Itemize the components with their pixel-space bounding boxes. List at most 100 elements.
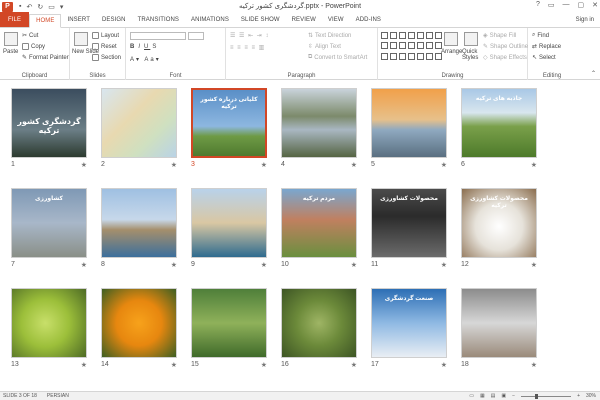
transition-star-icon[interactable]: ★ [441,161,447,169]
select-arrow-icon: ↖ [532,55,538,61]
cut-button[interactable]: ✂ Cut [22,32,38,40]
transition-star-icon[interactable]: ★ [261,361,267,369]
tab-home[interactable]: HOME [29,14,62,28]
transition-star-icon[interactable]: ★ [351,161,357,169]
transition-star-icon[interactable]: ★ [351,361,357,369]
tab-insert[interactable]: INSERT [61,13,96,27]
section-button[interactable]: Section [92,54,121,61]
transition-star-icon[interactable]: ★ [261,261,267,269]
shape-effects-button[interactable]: ◇ Shape Effects [483,54,527,62]
slide-thumbnail[interactable]: محصولات کشاورزی 11 ★ [371,188,447,269]
sign-in-link[interactable]: Sign in [576,17,594,23]
customize-qat-icon[interactable]: ▾ [60,3,64,11]
align-text-button[interactable]: ⇳ Align Text [308,43,341,51]
slide-thumbnail[interactable]: 4 ★ [281,88,357,169]
list-buttons[interactable]: ☰ ☰ ⇤ ⇥ ↕ [230,32,269,39]
slide-preview-image [11,288,87,358]
undo-icon[interactable]: ↶ [26,3,32,11]
transition-star-icon[interactable]: ★ [261,161,267,169]
slide-thumbnail[interactable]: گردشگری کشور ترکیه 1 ★ [11,88,87,169]
collapse-ribbon-icon[interactable]: ⌃ [591,70,596,77]
slide-thumbnail[interactable]: محصولات کشاورزی ترکیه 12 ★ [461,188,537,269]
font-group-label: Font [169,73,182,79]
zoom-out-icon[interactable]: − [512,393,515,399]
shape-fill-label: Shape Fill [489,32,517,39]
quick-styles-button[interactable]: Quick Styles [462,49,482,61]
tab-view[interactable]: VIEW [322,13,350,27]
maximize-icon[interactable]: ▢ [578,1,585,9]
arrange-button[interactable]: Arrange [441,49,462,55]
start-slideshow-icon[interactable]: ▭ [48,3,55,11]
slide-thumbnail[interactable]: 5 ★ [371,88,447,169]
transition-star-icon[interactable]: ★ [171,161,177,169]
transition-star-icon[interactable]: ★ [81,261,87,269]
reset-button[interactable]: Reset [92,43,117,50]
slide-thumbnail[interactable]: صنعت گردشگری 17 ★ [371,288,447,369]
transition-star-icon[interactable]: ★ [351,261,357,269]
align-text-icon: ⇳ [308,44,314,50]
slide-thumbnail[interactable]: جاذبه های ترکیه 6 ★ [461,88,537,169]
close-icon[interactable]: ✕ [592,1,598,9]
transition-star-icon[interactable]: ★ [531,161,537,169]
layout-button[interactable]: Layout [92,32,119,39]
shapes-gallery[interactable] [381,32,443,62]
alignment-buttons[interactable]: ≡ ≡ ≡ ≡ ▥ [230,44,265,51]
replace-button[interactable]: ⇄ Replace [532,43,561,51]
copy-button[interactable]: Copy [22,43,45,50]
font-name-field[interactable] [130,32,186,40]
transition-star-icon[interactable]: ★ [441,261,447,269]
slide-thumbnail[interactable]: 18 ★ [461,288,537,369]
zoom-slider[interactable] [521,393,572,399]
slide-thumbnail[interactable]: کلیاتی درباره کشور ترکیه 3 ★ [191,88,267,169]
transition-star-icon[interactable]: ★ [531,361,537,369]
help-icon[interactable]: ? [536,1,540,9]
font-size-field[interactable] [188,32,204,40]
transition-star-icon[interactable]: ★ [441,361,447,369]
tab-slide-show[interactable]: SLIDE SHOW [235,13,286,27]
paste-button[interactable]: Paste [3,49,18,55]
redo-icon[interactable]: ↻ [37,3,43,11]
text-direction-button[interactable]: ⇅ Text Direction [308,32,351,40]
slideshow-view-icon[interactable]: ▣ [501,393,506,399]
transition-star-icon[interactable]: ★ [81,361,87,369]
language-indicator[interactable]: PERSIAN [47,393,69,399]
transition-star-icon[interactable]: ★ [171,261,177,269]
convert-smartart-button[interactable]: ⧉ Convert to SmartArt [308,54,367,61]
transition-star-icon[interactable]: ★ [531,261,537,269]
slide-sorter-view-icon[interactable]: ▦ [480,393,485,399]
ribbon-display-icon[interactable]: ▭ [548,1,555,9]
normal-view-icon[interactable]: ▭ [469,393,474,399]
tab-animations[interactable]: ANIMATIONS [185,13,235,27]
format-painter-button[interactable]: ✎ Format Painter [22,54,69,62]
slide-thumbnail[interactable]: 15 ★ [191,288,267,369]
font-format-buttons[interactable]: BIUS [130,44,158,50]
tab-transitions[interactable]: TRANSITIONS [132,13,185,27]
tab-design[interactable]: DESIGN [96,13,132,27]
find-button[interactable]: ⌕ Find [532,32,549,39]
quick-styles-icon [464,32,478,46]
tab-review[interactable]: REVIEW [286,13,322,27]
save-icon[interactable]: ▪ [19,3,21,11]
tab-add-ins[interactable]: ADD-INS [350,13,387,27]
slide-thumbnail[interactable]: 14 ★ [101,288,177,369]
slide-preview-image [281,88,357,158]
slide-thumbnail[interactable]: کشاورزی 7 ★ [11,188,87,269]
slide-thumbnail[interactable]: 13 ★ [11,288,87,369]
minimize-icon[interactable]: — [563,1,570,9]
slide-thumbnail[interactable]: 16 ★ [281,288,357,369]
slide-thumbnail[interactable]: 8 ★ [101,188,177,269]
slide-thumbnail[interactable]: 2 ★ [101,88,177,169]
transition-star-icon[interactable]: ★ [81,161,87,169]
zoom-level[interactable]: 30% [586,393,596,399]
format-painter-label: Format Painter [29,54,69,61]
reading-view-icon[interactable]: ▤ [491,393,496,399]
shape-outline-button[interactable]: ✎ Shape Outline [483,43,528,51]
tab-file[interactable]: FILE [0,12,30,27]
shape-fill-button[interactable]: ◈ Shape Fill [483,32,517,40]
zoom-in-icon[interactable]: + [577,393,580,399]
select-button[interactable]: ↖ Select [532,54,556,62]
transition-star-icon[interactable]: ★ [171,361,177,369]
slide-thumbnail[interactable]: مردم ترکیه 10 ★ [281,188,357,269]
slide-thumbnail[interactable]: 9 ★ [191,188,267,269]
font-color-buttons[interactable]: A▾ Aa▾ [130,56,161,63]
